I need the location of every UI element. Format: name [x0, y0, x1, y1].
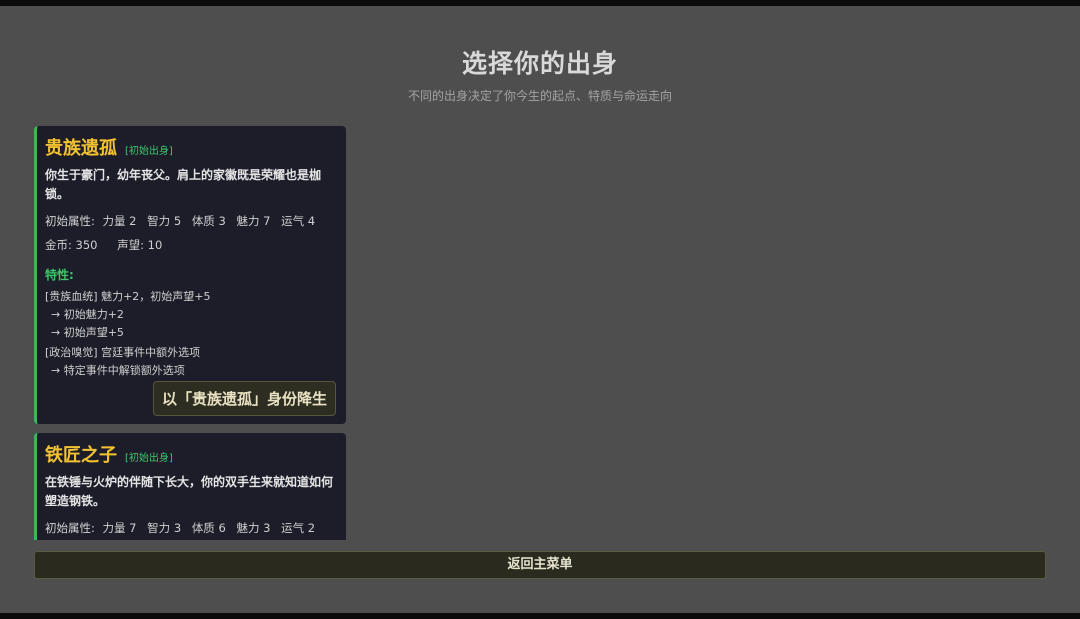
attribute-row: 初始属性: 力量 7 智力 3 体质 6 魅力 3 运气 2 — [45, 520, 336, 536]
attribute-row: 初始属性: 力量 2 智力 5 体质 3 魅力 7 运气 4 — [45, 213, 336, 229]
trait-effect: → 特定事件中解锁额外选项 — [51, 364, 185, 377]
gold-value: 金币: 350 — [45, 238, 98, 252]
attribute-intelligence: 智力 3 — [147, 521, 182, 535]
trait-effect: → 初始魅力+2 — [51, 308, 124, 321]
reputation-value: 声望: 10 — [117, 238, 163, 252]
page-title: 选择你的出身 — [461, 49, 618, 78]
select-origin-button[interactable]: 以「贵族遗孤」身份降生 — [152, 381, 336, 416]
back-to-main-menu-button[interactable]: 返回主菜单 — [34, 551, 1046, 579]
origin-tag: [初始出身] — [125, 453, 173, 464]
traits-label: 特性: — [45, 268, 74, 282]
attribute-charisma: 魅力 7 — [236, 214, 271, 228]
attribute-strength: 力量 7 — [102, 521, 137, 535]
origin-tag: [初始出身] — [125, 146, 173, 157]
attribute-luck: 运气 2 — [281, 521, 316, 535]
attribute-label: 初始属性: — [45, 214, 95, 228]
attribute-strength: 力量 2 — [102, 214, 137, 228]
origin-list[interactable]: 贵族遗孤 [初始出身] 你生于豪门，幼年丧父。肩上的家徽既是荣耀也是枷锁。 初始… — [34, 126, 346, 540]
screen: 选择你的出身 不同的出身决定了你今生的起点、特质与命运走向 贵族遗孤 [初始出身… — [0, 6, 1080, 613]
trait-title: [政治嗅觉] 宫廷事件中额外选项 — [45, 346, 201, 359]
attribute-intelligence: 智力 5 — [147, 214, 182, 228]
attribute-constitution: 体质 6 — [191, 521, 226, 535]
attribute-charisma: 魅力 3 — [236, 521, 271, 535]
card-header: 铁匠之子 [初始出身] — [45, 441, 336, 467]
origin-description: 你生于豪门，幼年丧父。肩上的家徽既是荣耀也是枷锁。 — [45, 168, 322, 201]
attribute-luck: 运气 4 — [281, 214, 316, 228]
origin-card-noble-orphan[interactable]: 贵族遗孤 [初始出身] 你生于豪门，幼年丧父。肩上的家徽既是荣耀也是枷锁。 初始… — [34, 126, 346, 424]
page-subtitle: 不同的出身决定了你今生的起点、特质与命运走向 — [407, 89, 672, 103]
card-header: 贵族遗孤 [初始出身] — [45, 134, 336, 160]
trait-effect: → 初始声望+5 — [51, 326, 124, 339]
attribute-label: 初始属性: — [45, 521, 95, 535]
trait-title: [贵族血统] 魅力+2，初始声望+5 — [45, 290, 211, 303]
origin-card-blacksmith-son[interactable]: 铁匠之子 [初始出身] 在铁锤与火炉的伴随下长大，你的双手生来就知道如何塑造钢铁… — [34, 433, 346, 540]
origin-description: 在铁锤与火炉的伴随下长大，你的双手生来就知道如何塑造钢铁。 — [45, 475, 334, 508]
origin-name: 贵族遗孤 — [45, 138, 117, 159]
origin-name: 铁匠之子 — [45, 445, 117, 466]
attribute-constitution: 体质 3 — [191, 214, 226, 228]
resource-row: 金币: 350 声望: 10 — [45, 237, 336, 253]
